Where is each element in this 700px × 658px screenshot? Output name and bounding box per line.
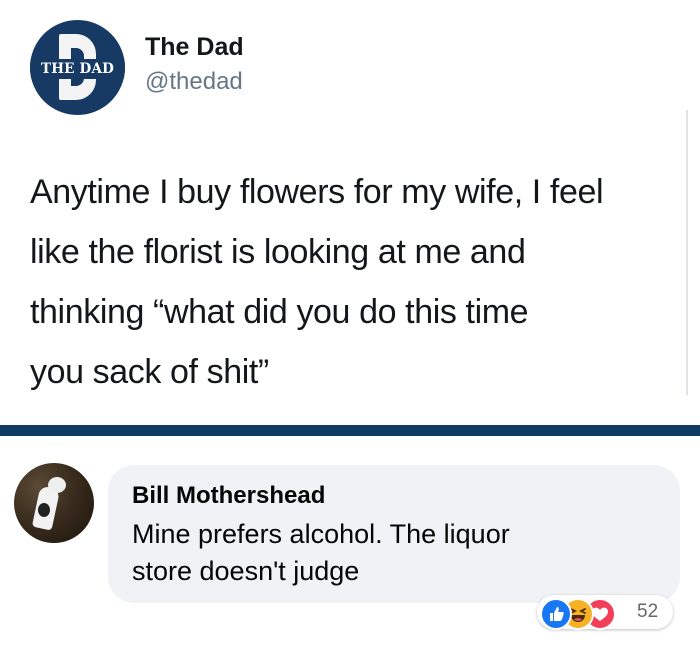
avatar-logo-text: THE DAD	[30, 59, 125, 79]
comment: Bill Mothershead Mine prefers alcohol. T…	[0, 436, 700, 658]
like-icon	[540, 598, 572, 630]
commenter-name[interactable]: Bill Mothershead	[132, 482, 325, 510]
reaction-count: 52	[637, 601, 659, 622]
comment-text: Mine prefers alcohol. The liquor store d…	[132, 516, 672, 590]
tweet-card: THE DAD The Dad @thedad Anytime I buy fl…	[0, 0, 700, 425]
the-dad-avatar[interactable]: THE DAD	[30, 20, 125, 115]
comment-bubble: Bill Mothershead Mine prefers alcohol. T…	[108, 465, 680, 603]
reactions-summary[interactable]: 52	[537, 595, 673, 630]
user-handle[interactable]: @thedad	[145, 68, 243, 96]
tweet-line: you sack of shit”	[30, 353, 269, 391]
display-name[interactable]: The Dad	[145, 33, 244, 62]
tweet-line: like the florist is looking at me and	[30, 233, 526, 271]
commenter-avatar[interactable]	[14, 463, 94, 543]
comment-line: Mine prefers alcohol. The liquor	[132, 519, 510, 549]
scrollbar[interactable]	[686, 110, 688, 395]
tweet-line: thinking “what did you do this time	[30, 293, 529, 331]
comment-line: store doesn't judge	[132, 556, 360, 586]
tweet-line: Anytime I buy flowers for my wife, I fee…	[30, 173, 604, 211]
section-divider	[0, 425, 700, 436]
tweet-text: Anytime I buy flowers for my wife, I fee…	[30, 162, 685, 402]
